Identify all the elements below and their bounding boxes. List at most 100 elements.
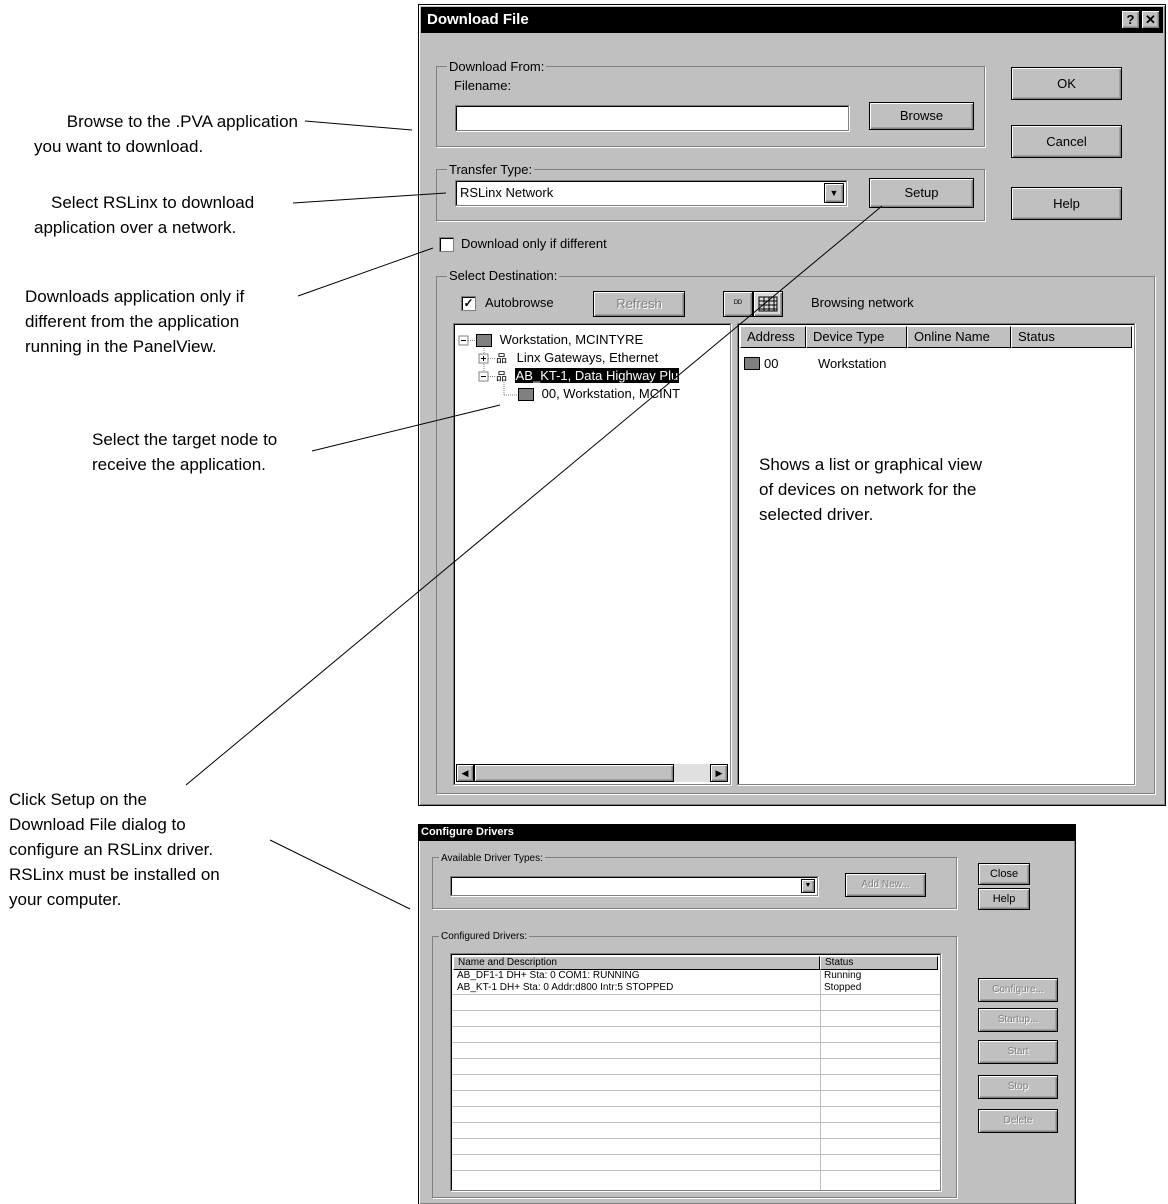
setup-button[interactable]: Setup (869, 178, 974, 208)
refresh-button[interactable]: Refresh (593, 291, 685, 317)
col-online-name[interactable]: Online Name (907, 326, 1011, 348)
tree-root[interactable]: Workstation, MCINTYRE (476, 332, 643, 348)
device-list-overlay-text: Shows a list or graphical view of device… (759, 452, 1059, 527)
callout-line: your computer. (9, 890, 122, 909)
grid-line (452, 1122, 940, 1123)
close-button[interactable]: Close (978, 863, 1030, 885)
callout-line: Select RSLinx to download (51, 193, 255, 212)
close-title-button[interactable]: ✕ (1141, 10, 1160, 29)
cancel-button-label: Cancel (1046, 134, 1087, 149)
close-button-label: Close (989, 868, 1019, 880)
grid-line (452, 1042, 940, 1043)
list-gridlines (451, 954, 940, 1190)
help-button[interactable]: Help (978, 888, 1030, 910)
download-file-dialog: Download File ? ✕ Download From: Filenam… (418, 4, 1166, 806)
grid-line (452, 1074, 940, 1075)
configured-drivers-list[interactable]: Name and Description Status AB_DF1-1 DH+… (450, 953, 941, 1191)
computer-icon (518, 388, 534, 402)
tree-item-workstation-node[interactable]: 00, Workstation, MCINT (518, 386, 680, 402)
stop-button[interactable]: Stop (978, 1075, 1058, 1099)
help-button[interactable]: Help (1011, 187, 1122, 220)
col-address[interactable]: Address (740, 326, 806, 348)
callout-line: selected driver. (759, 505, 874, 524)
col-status[interactable]: Status (1011, 326, 1132, 348)
callout-line: configure an RSLinx driver. (9, 840, 214, 859)
callout-line: of devices on network for the (759, 480, 977, 499)
autobrowse-checkbox[interactable]: ✓ (461, 296, 476, 311)
download-only-checkbox[interactable] (439, 237, 454, 252)
callout-click-setup: Click Setup on the Download File dialog … (9, 787, 269, 912)
help-title-button[interactable]: ? (1121, 10, 1140, 29)
select-destination-label: Select Destination: (447, 268, 560, 283)
list-view-icon[interactable]: ᴰᴰ (723, 291, 753, 317)
filename-input[interactable] (455, 105, 849, 131)
add-new-label: Add New... (861, 879, 910, 890)
configure-drivers-dialog: Configure Drivers Available Driver Types… (418, 824, 1076, 1204)
tree-item-ab-kt1[interactable]: 品 AB_KT-1, Data Highway Plu (496, 368, 680, 385)
callout-line: application over a network. (34, 218, 237, 237)
close-icon: ✕ (1145, 12, 1156, 27)
scroll-thumb[interactable] (474, 764, 674, 782)
help-button-label: Help (1053, 196, 1080, 211)
configured-drivers-label: Configured Drivers: (439, 930, 530, 944)
download-from-label: Download From: (447, 59, 547, 74)
delete-button[interactable]: Delete (978, 1109, 1058, 1133)
callout-line: receive the application. (92, 455, 266, 474)
callout-line: Download File dialog to (9, 815, 186, 834)
callout-line: running in the PanelView. (25, 337, 217, 356)
refresh-button-label: Refresh (616, 296, 662, 311)
callout-line: Browse to the .PVA application (66, 112, 298, 131)
leader-line-different (297, 247, 434, 297)
grid-view-glyph (758, 296, 778, 312)
tree-item-linx-gateways[interactable]: 品 Linx Gateways, Ethernet (496, 350, 658, 367)
device-list[interactable]: Address Device Type Online Name Status 0… (737, 323, 1135, 785)
transfer-type-select[interactable]: RSLinx Network ▼ (455, 180, 847, 206)
tree-item-label: 00, Workstation, MCINT (541, 386, 681, 401)
dialog-title: Configure Drivers (421, 826, 514, 838)
start-button[interactable]: Start (978, 1040, 1058, 1064)
help-button-label: Help (992, 893, 1016, 905)
network-tree[interactable]: Workstation, MCINTYRE 品 Linx Gateways, E… (453, 323, 731, 785)
callout-line: Select the target node to (92, 430, 278, 449)
scroll-left-icon[interactable]: ◀ (456, 764, 474, 782)
available-drivers-select[interactable]: ▼ (450, 876, 818, 896)
callout-line: RSLinx must be installed on (9, 865, 220, 884)
leader-line-configure (269, 839, 411, 910)
ok-button[interactable]: OK (1011, 67, 1122, 100)
callout-target-node: Select the target node to receive the ap… (92, 427, 322, 477)
scroll-right-icon[interactable]: ▶ (710, 764, 728, 782)
tree-scrollbar[interactable]: ◀ ▶ (456, 764, 728, 782)
network-icon: 品 (496, 353, 507, 365)
callout-line: Downloads application only if (25, 287, 245, 306)
configure-button[interactable]: Configure... (978, 978, 1058, 1002)
cancel-button[interactable]: Cancel (1011, 125, 1122, 158)
grid-line (452, 1170, 940, 1171)
delete-label: Delete (1003, 1115, 1033, 1126)
dropdown-arrow-icon[interactable]: ▼ (801, 879, 815, 893)
callout-select-rslinx: Select RSLinx to download application ov… (34, 190, 298, 240)
title-bar: Download File ? ✕ (421, 7, 1163, 33)
add-new-button[interactable]: Add New... (845, 873, 926, 897)
grid-line (452, 1106, 940, 1107)
tree-root-label: Workstation, MCINTYRE (499, 332, 644, 347)
grid-line (452, 1154, 940, 1155)
callout-line: Click Setup on the (9, 790, 147, 809)
filename-label: Filename: (454, 78, 511, 93)
computer-icon (476, 334, 492, 348)
network-icon: 品 (496, 371, 507, 383)
startup-label: Startup... (997, 1014, 1039, 1025)
col-device-type[interactable]: Device Type (806, 326, 907, 348)
grid-line (452, 1138, 940, 1139)
setup-button-label: Setup (904, 185, 939, 200)
grid-line (452, 1010, 940, 1011)
detail-view-icon[interactable] (753, 291, 783, 317)
device-row[interactable]: 00 Workstation (742, 356, 1122, 374)
startup-button[interactable]: Startup... (978, 1008, 1058, 1032)
callout-line: different from the application (25, 312, 240, 331)
dropdown-arrow-icon[interactable]: ▼ (824, 183, 844, 203)
title-bar: Configure Drivers (419, 825, 1075, 841)
browse-button[interactable]: Browse (869, 102, 974, 130)
computer-icon (744, 357, 760, 370)
leader-line-browse (304, 120, 413, 131)
transfer-type-value: RSLinx Network (460, 185, 554, 200)
